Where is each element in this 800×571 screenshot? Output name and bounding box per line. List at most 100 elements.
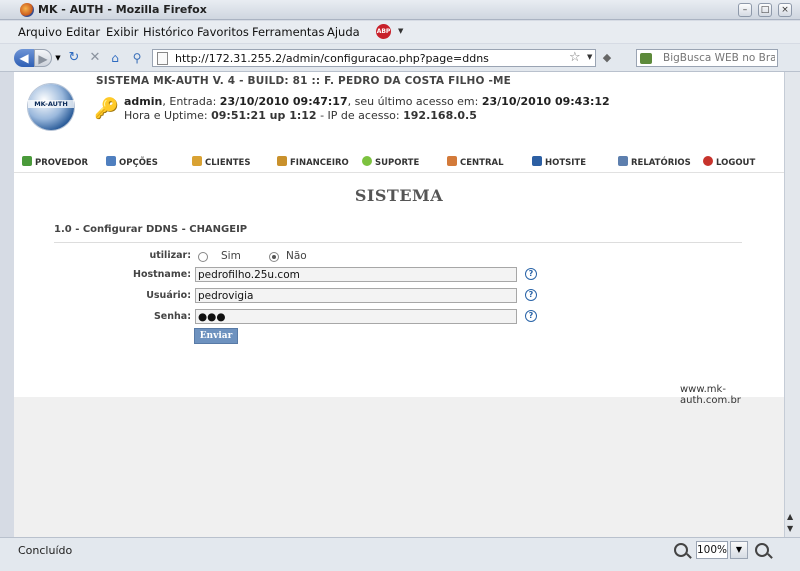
central-icon xyxy=(447,156,457,166)
back-button[interactable]: ◀ xyxy=(14,49,34,67)
page-icon xyxy=(157,52,168,65)
menu-favoritos[interactable]: Favoritos xyxy=(197,25,249,39)
page-title: SISTEMA xyxy=(354,186,444,205)
forward-button[interactable]: ▶ xyxy=(34,49,52,67)
usuario-help-icon[interactable]: ? xyxy=(525,289,537,301)
close-icon[interactable]: × xyxy=(778,3,792,17)
menu-central[interactable]: CENTRAL xyxy=(447,156,504,168)
menu-relatorios[interactable]: RELATÓRIOS xyxy=(618,156,691,168)
extension-icon[interactable]: ◆ xyxy=(600,49,614,67)
financeiro-icon xyxy=(277,156,287,166)
zoom-level[interactable]: 100% xyxy=(696,541,728,559)
menu-financeiro-label: FINANCEIRO xyxy=(290,158,349,168)
senha-input[interactable] xyxy=(195,309,517,324)
provedor-icon xyxy=(22,156,32,166)
radio-nao[interactable] xyxy=(269,252,279,262)
status-text: Concluído xyxy=(18,544,73,557)
status-bar: Concluído 100% ▼ xyxy=(0,537,800,571)
vertical-scrollbar[interactable]: ▲ ▼ xyxy=(784,72,800,537)
firefox-icon xyxy=(20,3,34,17)
bookmark-icon[interactable]: ⚲ xyxy=(130,49,144,67)
senha-help-icon[interactable]: ? xyxy=(525,310,537,322)
menu-hotsite-label: HOTSITE xyxy=(545,158,587,168)
url-input[interactable] xyxy=(175,51,555,65)
menu-logout[interactable]: LOGOUT xyxy=(703,156,755,168)
menu-provedor[interactable]: PROVEDOR xyxy=(22,156,88,168)
hostname-label: Hostname: xyxy=(133,269,191,280)
zoom-dropdown-icon[interactable]: ▼ xyxy=(730,541,748,559)
keys-icon: 🔑 xyxy=(94,96,119,120)
menu-historico[interactable]: Histórico xyxy=(143,25,194,39)
home-icon[interactable]: ⌂ xyxy=(108,49,122,67)
menu-clientes-label: CLIENTES xyxy=(205,158,251,168)
user-session-info: admin, Entrada: 23/10/2010 09:47:17, seu… xyxy=(124,95,610,108)
menu-ajuda[interactable]: Ajuda xyxy=(327,25,360,39)
minimize-icon[interactable]: – xyxy=(738,3,752,17)
utilizar-label: utilizar: xyxy=(149,250,192,261)
zoom-in-icon[interactable] xyxy=(755,543,769,557)
scroll-up-icon[interactable]: ▲ xyxy=(787,512,793,521)
section-title: 1.0 - Configurar DDNS - CHANGEIP xyxy=(54,224,248,235)
stop-icon[interactable]: ✕ xyxy=(88,49,102,67)
hostname-help-icon[interactable]: ? xyxy=(525,268,537,280)
page-viewport: MK-AUTH 🔑 SISTEMA MK-AUTH V. 4 - BUILD: … xyxy=(14,72,784,537)
menu-opcoes-label: OPÇÕES xyxy=(119,158,158,168)
search-bar[interactable] xyxy=(636,49,778,67)
adblock-dropdown-icon[interactable]: ▼ xyxy=(398,27,403,35)
section-divider xyxy=(54,242,742,243)
login-label: , Entrada: xyxy=(162,95,220,108)
page-content: MK-AUTH 🔑 SISTEMA MK-AUTH V. 4 - BUILD: … xyxy=(14,72,784,406)
menu-exibir[interactable]: Exibir xyxy=(106,25,139,39)
last-access-label: , seu último acesso em: xyxy=(347,95,482,108)
history-dropdown-icon[interactable]: ▼ xyxy=(54,49,62,67)
star-icon[interactable]: ☆ xyxy=(569,50,581,65)
uptime-info: Hora e Uptime: 09:51:21 up 1:12 - IP de … xyxy=(124,109,477,122)
menu-hotsite[interactable]: HOTSITE xyxy=(532,156,586,168)
relatorios-icon xyxy=(618,156,628,166)
radio-sim-label: Sim xyxy=(221,250,241,262)
search-input[interactable] xyxy=(663,51,775,65)
menu-provedor-label: PROVEDOR xyxy=(35,158,88,168)
uptime-value: 09:51:21 up 1:12 xyxy=(211,109,317,122)
system-title: SISTEMA MK-AUTH V. 4 - BUILD: 81 :: F. P… xyxy=(96,75,512,87)
menu-suporte-label: SUPORTE xyxy=(375,158,420,168)
menu-editar[interactable]: Editar xyxy=(66,25,100,39)
url-dropdown-icon[interactable]: ▼ xyxy=(587,53,592,61)
senha-label: Senha: xyxy=(153,311,191,322)
reload-icon[interactable]: ↻ xyxy=(67,49,81,67)
login-time: 23/10/2010 09:47:17 xyxy=(219,95,348,108)
menu-logout-label: LOGOUT xyxy=(716,158,756,168)
window-title-bar: MK - AUTH - Mozilla Firefox – □ × xyxy=(0,0,800,20)
adblock-icon[interactable]: ABP xyxy=(376,24,391,39)
hostname-input[interactable] xyxy=(195,267,517,282)
clientes-icon xyxy=(192,156,202,166)
radio-nao-label: Não xyxy=(286,250,307,262)
maximize-icon[interactable]: □ xyxy=(758,3,772,17)
submit-button[interactable]: Enviar xyxy=(194,328,238,344)
search-engine-icon[interactable] xyxy=(640,53,652,64)
hotsite-icon xyxy=(532,156,542,166)
radio-sim[interactable] xyxy=(198,252,208,262)
window-title: MK - AUTH - Mozilla Firefox xyxy=(38,3,207,16)
zoom-out-icon[interactable] xyxy=(674,543,688,557)
menu-arquivo[interactable]: Arquivo xyxy=(18,25,62,39)
uptime-label: Hora e Uptime: xyxy=(124,109,212,122)
usuario-input[interactable] xyxy=(195,288,517,303)
logout-icon xyxy=(703,156,713,166)
menu-suporte[interactable]: SUPORTE xyxy=(362,156,419,168)
scroll-down-icon[interactable]: ▼ xyxy=(787,524,793,533)
menu-relatorios-label: RELATÓRIOS xyxy=(631,158,691,168)
mk-auth-logo: MK-AUTH xyxy=(28,84,74,130)
menu-opcoes[interactable]: OPÇÕES xyxy=(106,156,158,168)
url-bar[interactable]: ☆ ▼ xyxy=(152,49,596,67)
main-menu: PROVEDOR OPÇÕES CLIENTES FINANCEIRO SUPO… xyxy=(14,153,784,173)
opcoes-icon xyxy=(106,156,116,166)
ip-value: 192.168.0.5 xyxy=(403,109,477,122)
menu-central-label: CENTRAL xyxy=(460,158,504,168)
footer-site-link[interactable]: www.mk-auth.com.br xyxy=(680,384,784,406)
menu-ferramentas[interactable]: Ferramentas xyxy=(252,25,324,39)
user-name: admin xyxy=(124,95,163,108)
menu-clientes[interactable]: CLIENTES xyxy=(192,156,250,168)
suporte-icon xyxy=(362,156,372,166)
menu-financeiro[interactable]: FINANCEIRO xyxy=(277,156,349,168)
